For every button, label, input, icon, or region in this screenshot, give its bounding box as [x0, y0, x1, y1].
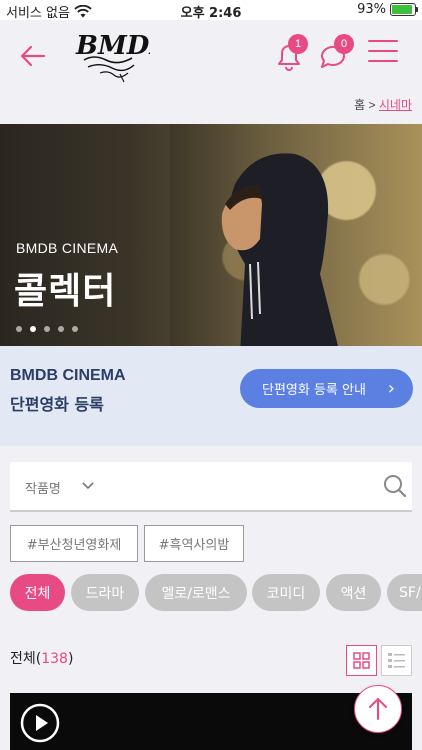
battery-icon: [390, 3, 418, 16]
battery-level: [392, 5, 413, 14]
register-heading: BMDB CINEMA: [10, 367, 126, 384]
hashtag-busan-youth-film-festival[interactable]: #부산청년영화제: [10, 525, 138, 562]
breadcrumb: 홈 > 시네마: [354, 96, 412, 113]
search-bar: 작품명: [10, 462, 412, 512]
result-count-number: 138: [41, 651, 68, 667]
notification-button[interactable]: 1: [272, 34, 308, 74]
bmdb-logo[interactable]: BMDB: [70, 26, 171, 84]
app-header: BMDB 1 0: [0, 20, 422, 90]
logo-text: BMDB: [75, 31, 150, 61]
cinema-page: 서비스 없음 오후 2:46 93% BMDB: [0, 0, 422, 750]
arrow-up-icon: [369, 698, 387, 720]
notification-badge: 1: [288, 34, 308, 54]
grid-view-button[interactable]: [346, 645, 377, 676]
result-count: 전체(138): [10, 651, 74, 667]
register-subheading: 단편영화 등록: [10, 395, 104, 414]
hero-subtitle: BMDB CINEMA: [16, 240, 119, 256]
category-chip-drama[interactable]: 드라마: [71, 574, 139, 611]
list-view-icon: [388, 653, 405, 668]
category-chip-all[interactable]: 전체: [10, 574, 65, 611]
status-bar: 서비스 없음 오후 2:46 93%: [0, 0, 422, 21]
hashtag-dark-history-night[interactable]: #흑역사의밤: [144, 525, 244, 562]
message-badge: 0: [334, 34, 354, 54]
movie-card-thumbnail[interactable]: [10, 693, 412, 750]
hero-dot[interactable]: [16, 326, 22, 332]
list-view-button[interactable]: [381, 645, 412, 676]
breadcrumb-current[interactable]: 시네마: [379, 98, 412, 112]
hero-dot[interactable]: [30, 326, 36, 332]
breadcrumb-separator: >: [368, 98, 376, 112]
register-banner: BMDB CINEMA 단편영화 등록 단편영화 등록 안내 ›: [0, 346, 422, 446]
category-chip-row: 전체 드라마 멜로/로맨스 코미디 액션 SF/: [10, 574, 422, 612]
back-arrow-icon[interactable]: [16, 39, 50, 73]
hero-pagination: [16, 326, 78, 332]
register-guide-button[interactable]: 단편영화 등록 안내 ›: [240, 369, 413, 408]
status-battery-group: 93%: [357, 2, 418, 17]
hero-dot[interactable]: [72, 326, 78, 332]
register-guide-label: 단편영화 등록 안내: [262, 383, 366, 398]
result-count-label: 전체: [10, 651, 36, 667]
search-field-select[interactable]: 작품명: [25, 478, 61, 497]
category-chip-action[interactable]: 액션: [326, 574, 381, 611]
message-button[interactable]: 0: [316, 34, 354, 74]
hamburger-menu-icon[interactable]: [368, 40, 398, 70]
battery-percent: 93%: [357, 2, 386, 17]
search-icon[interactable]: [382, 473, 408, 499]
scroll-top-button[interactable]: [354, 685, 402, 733]
category-chip-comedy[interactable]: 코미디: [252, 574, 320, 611]
hero-dot[interactable]: [58, 326, 64, 332]
category-chip-melo-romance[interactable]: 멜로/로맨스: [145, 574, 247, 611]
hero-title: 콜렉터: [14, 271, 117, 312]
hero-figure-image: [221, 153, 338, 346]
category-chip-sf[interactable]: SF/: [387, 574, 422, 611]
breadcrumb-home[interactable]: 홈: [354, 98, 365, 112]
hero-dot[interactable]: [44, 326, 50, 332]
chevron-right-icon: ›: [387, 378, 395, 399]
chevron-down-icon[interactable]: [81, 478, 95, 492]
play-icon[interactable]: [20, 703, 60, 743]
grid-view-icon: [353, 652, 370, 669]
